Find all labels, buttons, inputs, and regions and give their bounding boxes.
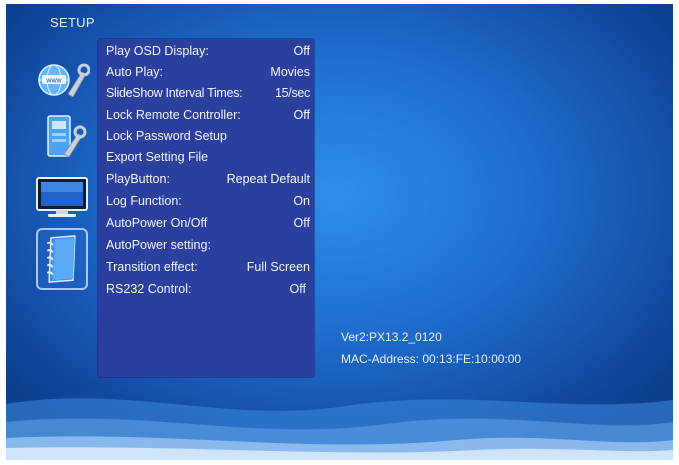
menu-item-value: Off [289, 282, 306, 296]
category-device-settings[interactable] [34, 112, 90, 162]
menu-item-play-osd-display[interactable]: Play OSD Display: Off [106, 41, 310, 61]
menu-item-label: AutoPower setting: [106, 238, 211, 252]
menu-item-value: Off [293, 44, 310, 58]
mac-address: MAC-Address: 00:13:FE:10:00:00 [341, 352, 522, 366]
menu-item-export-setting-file[interactable]: Export Setting File [106, 147, 310, 167]
firmware-version: Ver2:PX13.2_0120 [341, 330, 442, 344]
menu-item-value: 15/sec [274, 86, 310, 100]
menu-item-lock-password-setup[interactable]: Lock Password Setup [106, 126, 310, 146]
menu-item-label: SlideShow Interval Times: [106, 86, 243, 100]
menu-item-autopower-onoff[interactable]: AutoPower On/Off Off [106, 213, 310, 233]
page-title: SETUP [50, 15, 95, 30]
menu-item-label: Auto Play: [106, 65, 163, 79]
menu-item-auto-play[interactable]: Auto Play: Movies [106, 62, 310, 82]
category-system-settings[interactable] [36, 228, 88, 290]
setup-screen: SETUP www Play OSD Display: Off Auto Pla… [6, 4, 673, 460]
tv-monitor-icon [36, 177, 88, 217]
menu-item-label: Lock Password Setup [106, 129, 227, 143]
menu-item-autopower-setting[interactable]: AutoPower setting: [106, 235, 310, 255]
menu-item-label: PlayButton: [106, 172, 170, 186]
category-network-settings[interactable]: www [34, 54, 91, 104]
menu-item-label: AutoPower On/Off [106, 216, 208, 230]
menu-item-lock-remote-controller[interactable]: Lock Remote Controller: Off [106, 105, 310, 125]
menu-item-slideshow-interval[interactable]: SlideShow Interval Times: 15/sec [106, 83, 310, 103]
svg-text:www: www [45, 78, 62, 85]
globe-wrench-icon: www [38, 63, 91, 98]
menu-item-label: Play OSD Display: [106, 44, 209, 58]
menu-item-label: Transition effect: [106, 260, 198, 274]
device-wrench-icon [47, 115, 87, 158]
menu-item-value: Movies [270, 65, 310, 79]
menu-item-value: Full Screen [246, 260, 310, 274]
menu-item-transition-effect[interactable]: Transition effect: Full Screen [106, 257, 310, 277]
wave-decoration [6, 398, 673, 460]
menu-item-value: Off [293, 216, 310, 230]
menu-item-value: On [293, 194, 310, 208]
menu-item-label: Log Function: [106, 194, 182, 208]
menu-item-play-button[interactable]: PlayButton: Repeat Default [106, 169, 310, 189]
notebook-icon [46, 235, 76, 283]
settings-menu: Play OSD Display: Off Auto Play: Movies … [98, 39, 314, 377]
category-display-settings[interactable] [34, 172, 90, 222]
menu-item-rs232-control[interactable]: RS232 Control: Off [106, 279, 306, 299]
menu-item-log-function[interactable]: Log Function: On [106, 191, 310, 211]
menu-item-label: RS232 Control: [106, 282, 192, 296]
menu-item-value: Off [293, 108, 310, 122]
menu-item-label: Lock Remote Controller: [106, 108, 241, 122]
menu-item-label: Export Setting File [106, 150, 209, 164]
menu-item-value: Repeat Default [226, 172, 310, 186]
